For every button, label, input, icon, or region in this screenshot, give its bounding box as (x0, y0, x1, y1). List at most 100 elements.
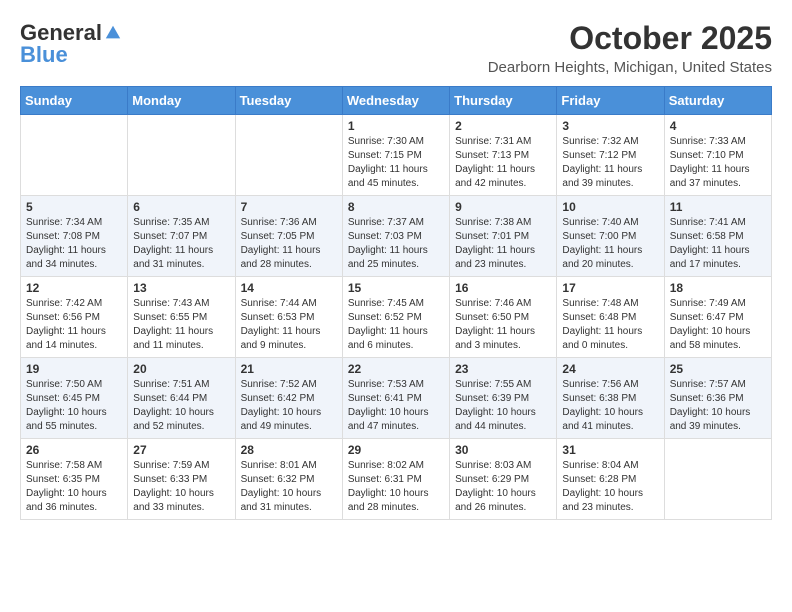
day-info: Sunrise: 8:01 AMSunset: 6:32 PMDaylight:… (241, 459, 337, 515)
calendar-day-cell: 21 Sunrise: 7:52 AMSunset: 6:42 PMDayligh… (235, 358, 342, 439)
calendar-day-cell (21, 115, 128, 196)
day-number: 25 (670, 362, 766, 376)
day-info: Sunrise: 7:58 AMSunset: 6:35 PMDaylight:… (26, 459, 122, 515)
day-number: 12 (26, 281, 122, 295)
calendar-day-cell: 26 Sunrise: 7:58 AMSunset: 6:35 PMDayligh… (21, 439, 128, 520)
day-number: 13 (133, 281, 229, 295)
calendar-day-cell: 2 Sunrise: 7:31 AMSunset: 7:13 PMDaylight… (450, 115, 557, 196)
calendar-day-cell: 27 Sunrise: 7:59 AMSunset: 6:33 PMDayligh… (128, 439, 235, 520)
day-number: 4 (670, 119, 766, 133)
day-number: 16 (455, 281, 551, 295)
calendar-day-cell: 29 Sunrise: 8:02 AMSunset: 6:31 PMDayligh… (342, 439, 449, 520)
day-info: Sunrise: 7:45 AMSunset: 6:52 PMDaylight:… (348, 297, 444, 353)
day-number: 10 (562, 200, 658, 214)
calendar-day-cell: 17 Sunrise: 7:48 AMSunset: 6:48 PMDayligh… (557, 277, 664, 358)
day-number: 29 (348, 443, 444, 457)
day-number: 14 (241, 281, 337, 295)
day-number: 23 (455, 362, 551, 376)
calendar-day-cell: 9 Sunrise: 7:38 AMSunset: 7:01 PMDaylight… (450, 196, 557, 277)
logo: General Blue (20, 20, 122, 68)
day-number: 26 (26, 443, 122, 457)
calendar-day-cell: 24Sunrise: 7:56 AMSunset: 6:38 PMDayligh… (557, 358, 664, 439)
logo-icon (104, 24, 122, 42)
day-info: Sunrise: 7:40 AMSunset: 7:00 PMDaylight:… (562, 216, 658, 272)
calendar-day-cell (235, 115, 342, 196)
calendar-day-cell: 18 Sunrise: 7:49 AMSunset: 6:47 PMDayligh… (664, 277, 771, 358)
calendar-day-cell: 7Sunrise: 7:36 AMSunset: 7:05 PMDaylight… (235, 196, 342, 277)
day-info: Sunrise: 7:49 AMSunset: 6:47 PMDaylight:… (670, 297, 766, 353)
calendar-day-cell: 25 Sunrise: 7:57 AMSunset: 6:36 PMDayligh… (664, 358, 771, 439)
calendar-week-row: 1 Sunrise: 7:30 AMSunset: 7:15 PMDaylight… (21, 115, 772, 196)
day-number: 31 (562, 443, 658, 457)
calendar-day-cell: 31Sunrise: 8:04 AMSunset: 6:28 PMDayligh… (557, 439, 664, 520)
calendar-table: SundayMondayTuesdayWednesdayThursdayFrid… (20, 86, 772, 520)
day-info: Sunrise: 7:41 AMSunset: 6:58 PMDaylight:… (670, 216, 766, 272)
calendar-day-cell: 3Sunrise: 7:32 AMSunset: 7:12 PMDaylight… (557, 115, 664, 196)
calendar-day-cell: 15 Sunrise: 7:45 AMSunset: 6:52 PMDayligh… (342, 277, 449, 358)
day-info: Sunrise: 7:44 AMSunset: 6:53 PMDaylight:… (241, 297, 337, 353)
day-number: 5 (26, 200, 122, 214)
calendar-day-cell: 11 Sunrise: 7:41 AMSunset: 6:58 PMDayligh… (664, 196, 771, 277)
day-number: 28 (241, 443, 337, 457)
day-number: 15 (348, 281, 444, 295)
day-info: Sunrise: 7:31 AMSunset: 7:13 PMDaylight:… (455, 135, 551, 191)
calendar-day-cell: 23 Sunrise: 7:55 AMSunset: 6:39 PMDayligh… (450, 358, 557, 439)
day-info: Sunrise: 8:02 AMSunset: 6:31 PMDaylight:… (348, 459, 444, 515)
logo-blue-text: Blue (20, 42, 68, 68)
day-number: 1 (348, 119, 444, 133)
day-number: 2 (455, 119, 551, 133)
calendar-week-row: 5 Sunrise: 7:34 AMSunset: 7:08 PMDaylight… (21, 196, 772, 277)
day-info: Sunrise: 7:48 AMSunset: 6:48 PMDaylight:… (562, 297, 658, 353)
location-text: Dearborn Heights, Michigan, United State… (488, 59, 772, 76)
day-info: Sunrise: 7:59 AMSunset: 6:33 PMDaylight:… (133, 459, 229, 515)
day-info: Sunrise: 7:36 AMSunset: 7:05 PMDaylight:… (241, 216, 337, 272)
day-info: Sunrise: 8:03 AMSunset: 6:29 PMDaylight:… (455, 459, 551, 515)
calendar-day-cell: 12 Sunrise: 7:42 AMSunset: 6:56 PMDayligh… (21, 277, 128, 358)
calendar-day-header: Thursday (450, 87, 557, 115)
day-number: 17 (562, 281, 658, 295)
calendar-day-header: Tuesday (235, 87, 342, 115)
calendar-day-cell: 6Sunrise: 7:35 AMSunset: 7:07 PMDaylight… (128, 196, 235, 277)
day-number: 22 (348, 362, 444, 376)
day-info: Sunrise: 7:42 AMSunset: 6:56 PMDaylight:… (26, 297, 122, 353)
day-info: Sunrise: 7:52 AMSunset: 6:42 PMDaylight:… (241, 378, 337, 434)
day-info: Sunrise: 7:46 AMSunset: 6:50 PMDaylight:… (455, 297, 551, 353)
day-info: Sunrise: 7:51 AMSunset: 6:44 PMDaylight:… (133, 378, 229, 434)
calendar-day-cell: 8Sunrise: 7:37 AMSunset: 7:03 PMDaylight… (342, 196, 449, 277)
day-number: 27 (133, 443, 229, 457)
day-number: 21 (241, 362, 337, 376)
calendar-day-cell: 14 Sunrise: 7:44 AMSunset: 6:53 PMDayligh… (235, 277, 342, 358)
month-title: October 2025 (488, 20, 772, 57)
calendar-day-cell: 22 Sunrise: 7:53 AMSunset: 6:41 PMDayligh… (342, 358, 449, 439)
page-header: General Blue October 2025 Dearborn Heigh… (20, 20, 772, 76)
day-info: Sunrise: 7:35 AMSunset: 7:07 PMDaylight:… (133, 216, 229, 272)
calendar-day-header: Sunday (21, 87, 128, 115)
day-info: Sunrise: 7:30 AMSunset: 7:15 PMDaylight:… (348, 135, 444, 191)
calendar-day-cell: 4 Sunrise: 7:33 AMSunset: 7:10 PMDaylight… (664, 115, 771, 196)
title-area: October 2025 Dearborn Heights, Michigan,… (488, 20, 772, 76)
calendar-week-row: 19Sunrise: 7:50 AMSunset: 6:45 PMDayligh… (21, 358, 772, 439)
calendar-day-cell (664, 439, 771, 520)
day-number: 18 (670, 281, 766, 295)
day-number: 11 (670, 200, 766, 214)
calendar-day-cell: 19Sunrise: 7:50 AMSunset: 6:45 PMDayligh… (21, 358, 128, 439)
calendar-day-cell: 13 Sunrise: 7:43 AMSunset: 6:55 PMDayligh… (128, 277, 235, 358)
day-info: Sunrise: 7:37 AMSunset: 7:03 PMDaylight:… (348, 216, 444, 272)
day-number: 9 (455, 200, 551, 214)
day-info: Sunrise: 7:43 AMSunset: 6:55 PMDaylight:… (133, 297, 229, 353)
calendar-day-cell: 28 Sunrise: 8:01 AMSunset: 6:32 PMDayligh… (235, 439, 342, 520)
day-info: Sunrise: 7:34 AMSunset: 7:08 PMDaylight:… (26, 216, 122, 272)
day-info: Sunrise: 7:57 AMSunset: 6:36 PMDaylight:… (670, 378, 766, 434)
day-info: Sunrise: 7:33 AMSunset: 7:10 PMDaylight:… (670, 135, 766, 191)
calendar-day-header: Friday (557, 87, 664, 115)
calendar-header-row: SundayMondayTuesdayWednesdayThursdayFrid… (21, 87, 772, 115)
day-info: Sunrise: 7:55 AMSunset: 6:39 PMDaylight:… (455, 378, 551, 434)
day-number: 19 (26, 362, 122, 376)
calendar-day-cell: 16 Sunrise: 7:46 AMSunset: 6:50 PMDayligh… (450, 277, 557, 358)
day-info: Sunrise: 7:56 AMSunset: 6:38 PMDaylight:… (562, 378, 658, 434)
day-info: Sunrise: 7:38 AMSunset: 7:01 PMDaylight:… (455, 216, 551, 272)
calendar-week-row: 26 Sunrise: 7:58 AMSunset: 6:35 PMDayligh… (21, 439, 772, 520)
calendar-day-cell: 20Sunrise: 7:51 AMSunset: 6:44 PMDayligh… (128, 358, 235, 439)
day-info: Sunrise: 7:53 AMSunset: 6:41 PMDaylight:… (348, 378, 444, 434)
day-info: Sunrise: 7:32 AMSunset: 7:12 PMDaylight:… (562, 135, 658, 191)
